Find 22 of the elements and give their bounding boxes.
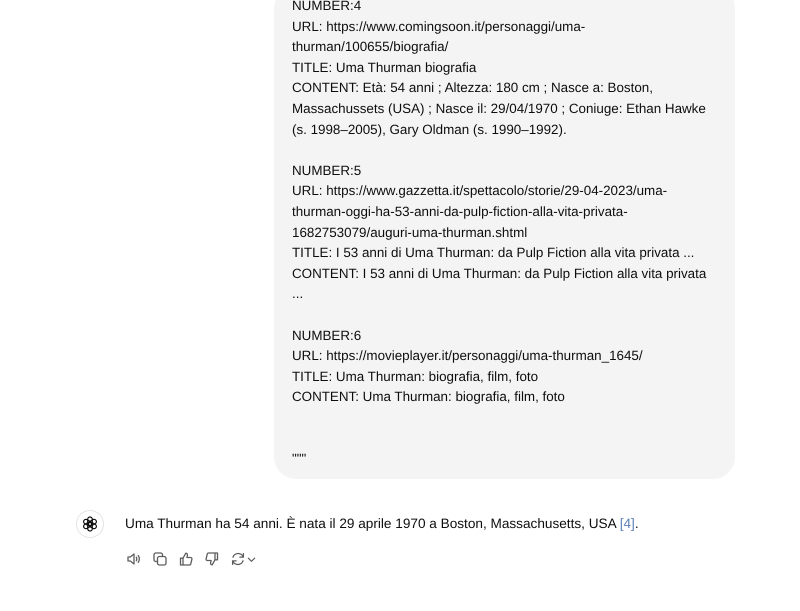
message-text-line: CONTENT: I 53 anni di Uma Thurman: da Pulp Fiction alla vita privata ... [292,264,708,304]
message-text-line: CONTENT: Età: 54 anni ; Altezza: 180 cm ; Nasce a: Boston, Massachussets (USA) ; Nasce il: 29/04/1970 ; Coniuge: Ethan Hawke (s. 1998–2005), Gary Oldman (s. 1990–1992). [292,79,707,139]
message-text-line: URL: https://movieplayer.it/personaggi/uma-thurman_1645/ [292,347,644,366]
speaker-icon [126,551,142,568]
avatar-icon [76,510,104,538]
message-text-line: URL: https://www.gazzetta.it/spettacolo/storie/29-04-2023/uma-thurman-oggi-ha-53-anni-da-pulp-fiction-alla-vita-privata-1682753079/auguri-uma-thurman.shtml [292,182,668,242]
refresh-icon [230,551,246,568]
message-text-line: NUMBER:5 [292,162,362,180]
thumbs-down-icon [204,551,220,568]
message-text-line: TITLE: Uma Thurman: biografia, film, foto [292,368,540,386]
citation-link[interactable]: [4] [620,516,635,531]
closing-quotes-text: """ [292,450,308,468]
message-text-line: TITLE: I 53 anni di Uma Thurman: da Pulp Fiction alla vita privata ... [292,244,696,262]
message-text-line: URL: https://www.comingsoon.it/personaggi/uma-thurman/100655/biografia/ [292,18,586,56]
message-text-line: NUMBER:6 [292,326,362,344]
copy-icon [152,551,168,568]
thumbs-up-icon [178,551,194,568]
answer-text: Uma Thurman ha 54 anni. È nata il 29 aprile 1970 a Boston, Massachusetts, USA [4]. [125,514,639,533]
message-text-line: TITLE: Uma Thurman biografia [292,58,478,77]
caret-icon [247,554,256,564]
message-text-line: NUMBER:4 [292,0,362,15]
message-text-line: CONTENT: Uma Thurman: biografia, film, foto [292,388,566,406]
